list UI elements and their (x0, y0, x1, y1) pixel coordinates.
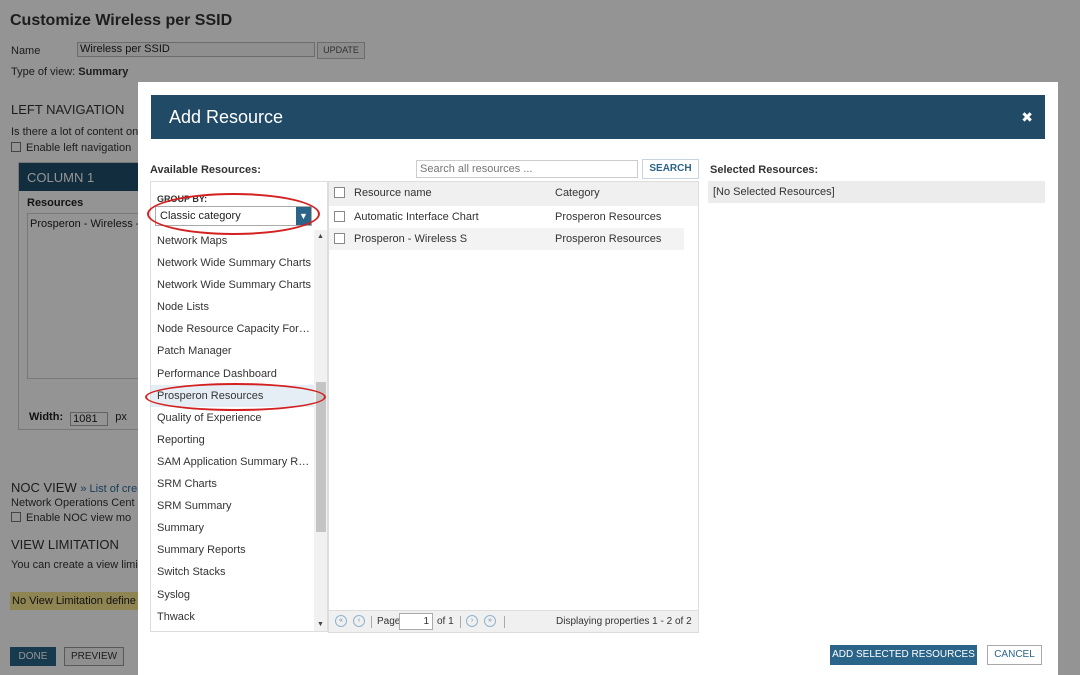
displaying-info: Displaying properties 1 - 2 of 2 (556, 616, 692, 627)
scroll-thumb[interactable] (316, 382, 326, 532)
column-header-category[interactable]: Category (555, 182, 600, 204)
group-list-item[interactable]: Prosperon Resources (151, 384, 314, 407)
group-list-item[interactable]: Quality of Experience (151, 407, 314, 429)
add-resource-dialog: Add Resource ✖ Available Resources: SEAR… (138, 82, 1058, 675)
group-by-label: GROUP BY: (157, 194, 208, 204)
scroll-up-icon[interactable]: ▲ (317, 233, 324, 240)
add-selected-resources-button[interactable]: ADD SELECTED RESOURCES (830, 645, 977, 665)
cancel-button[interactable]: CANCEL (987, 645, 1042, 665)
prev-page-icon[interactable]: ‹ (353, 615, 365, 627)
dialog-header: Add Resource ✖ (151, 95, 1045, 139)
column-header-name[interactable]: Resource name (354, 182, 432, 204)
resource-category: Prosperon Resources (555, 233, 662, 245)
group-list-item[interactable]: Thwack (151, 606, 314, 628)
last-page-icon[interactable]: » (484, 615, 496, 627)
chevron-down-icon[interactable]: ▼ (296, 207, 311, 225)
page-label: Page (377, 616, 401, 627)
selected-resources-label: Selected Resources: (710, 164, 819, 176)
pager-divider (460, 616, 461, 628)
group-list-item[interactable]: Switch Stacks (151, 561, 314, 583)
close-icon[interactable]: ✖ (1021, 109, 1033, 126)
table-row[interactable]: Prosperon - Wireless S Prosperon Resourc… (329, 228, 684, 250)
resource-name: Prosperon - Wireless S (354, 233, 468, 245)
available-resources-label: Available Resources: (150, 164, 261, 176)
group-list-item[interactable]: Syslog (151, 584, 314, 606)
search-input[interactable] (416, 160, 638, 178)
pager-divider (371, 616, 372, 628)
group-list-scrollbar[interactable]: ▲ ▼ (314, 230, 327, 631)
selected-resources-list: [No Selected Resources] (708, 181, 1045, 203)
dialog-title: Add Resource (169, 107, 284, 127)
row-checkbox[interactable] (334, 211, 345, 222)
row-checkbox[interactable] (334, 233, 345, 244)
scroll-down-icon[interactable]: ▼ (317, 621, 324, 628)
group-panel: GROUP BY: Classic category ▼ Network Map… (150, 181, 328, 632)
group-list-item[interactable]: SAM Application Summary Reports (151, 451, 314, 473)
group-list-item[interactable]: Network Maps (151, 230, 314, 252)
group-by-value: Classic category (160, 210, 241, 222)
group-list-item[interactable]: Summary Reports (151, 539, 314, 561)
pager-divider (504, 616, 505, 628)
group-list-item[interactable]: Network Wide Summary Charts (151, 274, 314, 296)
next-page-icon[interactable]: › (466, 615, 478, 627)
group-list-item[interactable]: SRM Charts (151, 473, 314, 495)
group-list-item[interactable]: Reporting (151, 429, 314, 451)
group-list-item[interactable]: Network Wide Summary Charts (151, 252, 314, 274)
group-list: Network Maps Network Wide Summary Charts N… (151, 230, 314, 628)
search-button[interactable]: SEARCH (642, 159, 699, 179)
page-number-input[interactable]: 1 (399, 613, 433, 630)
first-page-icon[interactable]: « (335, 615, 347, 627)
group-list-item[interactable]: Node Lists (151, 296, 314, 318)
select-all-checkbox[interactable] (334, 187, 345, 198)
group-list-item[interactable]: Summary (151, 517, 314, 539)
page-of-label: of 1 (437, 616, 454, 627)
resource-name: Automatic Interface Chart (354, 211, 479, 223)
group-list-item[interactable]: Patch Manager (151, 340, 314, 362)
group-list-item[interactable]: Node Resource Capacity Forecasting (151, 318, 314, 340)
grid-header: Resource name Category (329, 182, 698, 206)
grid-body: Automatic Interface Chart Prosperon Reso… (329, 206, 698, 611)
group-list-item[interactable]: Performance Dashboard (151, 363, 314, 385)
resource-category: Prosperon Resources (555, 211, 662, 223)
group-list-item[interactable]: SRM Summary (151, 495, 314, 517)
grid-pager: « ‹ Page 1 of 1 › » Displaying propertie… (329, 610, 698, 632)
resource-grid: Resource name Category Automatic Interfa… (328, 181, 699, 633)
table-row[interactable]: Automatic Interface Chart Prosperon Reso… (329, 206, 684, 228)
group-by-select[interactable]: Classic category ▼ (155, 206, 312, 226)
